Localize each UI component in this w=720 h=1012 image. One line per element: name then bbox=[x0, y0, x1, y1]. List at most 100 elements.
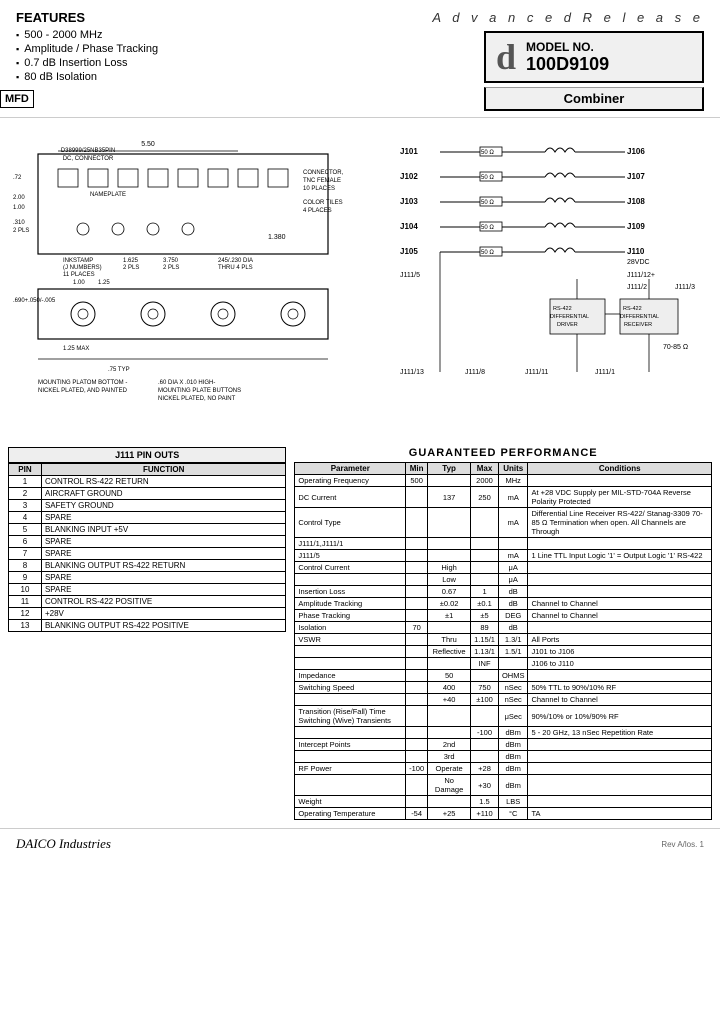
features-title: FEATURES bbox=[16, 10, 432, 25]
svg-text:J111/2: J111/2 bbox=[627, 284, 647, 291]
svg-text:1.25 MAX: 1.25 MAX bbox=[63, 346, 89, 352]
perf-table-row: +40 ±100 nSec Channel to Channel bbox=[295, 694, 712, 706]
perf-table-row: Intercept Points 2nd dBm bbox=[295, 739, 712, 751]
perf-table-row: DC Current 137 250 mA At +28 VDC Supply … bbox=[295, 487, 712, 508]
svg-text:11 PLACES: 11 PLACES bbox=[63, 272, 95, 278]
svg-text:4 PLACES: 4 PLACES bbox=[303, 208, 332, 214]
perf-table-row: No Damage +30 dBm bbox=[295, 775, 712, 796]
svg-text:1.625: 1.625 bbox=[123, 258, 139, 264]
schematic-diagram: D38999/25NB35PIN DC, CONNECTOR 5.50 NAME… bbox=[8, 124, 348, 434]
pin-table-row: 1CONTROL RS-422 RETURN bbox=[9, 476, 286, 488]
svg-text:1.00: 1.00 bbox=[13, 205, 25, 211]
svg-text:TNC FEMALE: TNC FEMALE bbox=[303, 178, 341, 184]
svg-text:50 Ω: 50 Ω bbox=[481, 150, 494, 156]
svg-text:INKSTAMP: INKSTAMP bbox=[63, 258, 93, 264]
svg-text:RECEIVER: RECEIVER bbox=[624, 322, 652, 328]
pin-table-row: 2AIRCRAFT GROUND bbox=[9, 488, 286, 500]
svg-text:(J NUMBERS): (J NUMBERS) bbox=[63, 265, 102, 271]
svg-text:2.00: 2.00 bbox=[13, 195, 25, 201]
svg-text:DIFFERENTIAL: DIFFERENTIAL bbox=[550, 314, 589, 320]
pin-table-row: 5BLANKING INPUT +5V bbox=[9, 524, 286, 536]
svg-text:J105: J105 bbox=[400, 247, 418, 256]
header: FEATURES 500 - 2000 MHz Amplitude / Phas… bbox=[0, 0, 720, 118]
perf-table-row: Control Current High μA bbox=[295, 562, 712, 574]
svg-text:NICKEL PLATED, NO PAINT: NICKEL PLATED, NO PAINT bbox=[158, 396, 236, 402]
svg-text:MOUNTING PLATOM BOTTOM -: MOUNTING PLATOM BOTTOM - bbox=[38, 380, 127, 386]
svg-text:THRU 4 PLS: THRU 4 PLS bbox=[218, 265, 253, 271]
schematic-area: D38999/25NB35PIN DC, CONNECTOR 5.50 NAME… bbox=[8, 124, 389, 437]
svg-text:DC, CONNECTOR: DC, CONNECTOR bbox=[63, 156, 114, 162]
performance-table: ParameterMinTypMaxUnitsConditions Operat… bbox=[294, 462, 712, 820]
svg-text:CONNECTOR,: CONNECTOR, bbox=[303, 170, 344, 176]
perf-table-row: -100 dBm 5 - 20 GHz, 13 nSec Repetition … bbox=[295, 727, 712, 739]
svg-text:.75 TYP: .75 TYP bbox=[108, 367, 130, 373]
svg-text:245/.230 DIA: 245/.230 DIA bbox=[218, 258, 253, 264]
svg-text:.690+.050/-.005: .690+.050/-.005 bbox=[13, 298, 56, 304]
function-col-header: FUNCTION bbox=[41, 464, 285, 476]
svg-text:2 PLS: 2 PLS bbox=[163, 265, 179, 271]
feature-item-3: 0.7 dB Insertion Loss bbox=[16, 57, 432, 69]
svg-text:RS-422: RS-422 bbox=[553, 306, 572, 312]
pin-table-row: 11CONTROL RS-422 POSITIVE bbox=[9, 596, 286, 608]
feature-item-2: Amplitude / Phase Tracking bbox=[16, 43, 432, 55]
svg-text:J111/11: J111/11 bbox=[525, 369, 548, 376]
pin-table-row: 12+28V bbox=[9, 608, 286, 620]
pin-table-row: 8BLANKING OUTPUT RS-422 RETURN bbox=[9, 560, 286, 572]
svg-text:J107: J107 bbox=[627, 172, 645, 181]
svg-text:J104: J104 bbox=[400, 222, 418, 231]
svg-text:5.50: 5.50 bbox=[141, 141, 155, 148]
perf-table-row: Amplitude Tracking ±0.02 ±0.1 dB Channel… bbox=[295, 598, 712, 610]
svg-text:DRIVER: DRIVER bbox=[557, 322, 578, 328]
pin-table-row: 9SPARE bbox=[9, 572, 286, 584]
svg-text:J111/1: J111/1 bbox=[595, 369, 615, 376]
svg-text:MOUNTING PLATE BUTTONS: MOUNTING PLATE BUTTONS bbox=[158, 388, 241, 394]
revision-text: Rev A/los. 1 bbox=[661, 840, 704, 849]
svg-text:J106: J106 bbox=[627, 147, 645, 156]
header-right: A d v a n c e d R e l e a s e d MODEL NO… bbox=[432, 10, 704, 111]
svg-text:.310: .310 bbox=[13, 220, 25, 226]
svg-text:50 Ω: 50 Ω bbox=[481, 175, 494, 181]
svg-text:RS-422: RS-422 bbox=[623, 306, 642, 312]
perf-table-row: Isolation 70 89 dB bbox=[295, 622, 712, 634]
perf-table-row: Transition (Rise/Fall) Time Switching (W… bbox=[295, 706, 712, 727]
model-info: MODEL NO. 100D9109 bbox=[526, 40, 609, 75]
svg-text:28VDC: 28VDC bbox=[627, 259, 650, 266]
performance-title: GUARANTEED PERFORMANCE bbox=[294, 447, 712, 459]
features-list: 500 - 2000 MHz Amplitude / Phase Trackin… bbox=[16, 29, 432, 83]
bottom-section: J111 PIN OUTS PIN FUNCTION 1CONTROL RS-4… bbox=[0, 443, 720, 824]
svg-text:50 Ω: 50 Ω bbox=[481, 225, 494, 231]
svg-text:2 PLS: 2 PLS bbox=[123, 265, 139, 271]
pin-table-title: J111 PIN OUTS bbox=[8, 447, 286, 463]
advanced-release-label: A d v a n c e d R e l e a s e bbox=[432, 10, 704, 25]
pin-table-row: 13BLANKING OUTPUT RS-422 POSITIVE bbox=[9, 620, 286, 632]
svg-text:NAMEPLATE: NAMEPLATE bbox=[90, 192, 126, 198]
daico-name: DAICO bbox=[16, 836, 59, 851]
perf-table-row: VSWR Thru 1.15/1 1.3/1 All Ports bbox=[295, 634, 712, 646]
perf-table-row: Weight 1.5 LBS bbox=[295, 796, 712, 808]
svg-text:70-85 Ω: 70-85 Ω bbox=[663, 344, 688, 351]
pin-table-row: 6SPARE bbox=[9, 536, 286, 548]
mfd-badge: MFD bbox=[0, 90, 34, 108]
svg-text:J111/5: J111/5 bbox=[400, 272, 420, 279]
pin-col-header: PIN bbox=[9, 464, 42, 476]
perf-table-row: 3rd dBm bbox=[295, 751, 712, 763]
daico-d-logo: d bbox=[496, 39, 516, 75]
svg-text:J103: J103 bbox=[400, 197, 418, 206]
svg-text:DIFFERENTIAL: DIFFERENTIAL bbox=[620, 314, 659, 320]
svg-text:COLOR TILES: COLOR TILES bbox=[303, 200, 343, 206]
model-no-value: 100D9109 bbox=[526, 54, 609, 75]
svg-text:1.25: 1.25 bbox=[98, 280, 110, 286]
perf-table-row: J111/1,J111/1 bbox=[295, 538, 712, 550]
svg-text:J108: J108 bbox=[627, 197, 645, 206]
perf-table-row: Reflective 1.13/1 1.5/1 J101 to J106 bbox=[295, 646, 712, 658]
perf-table-row: J111/5 mA 1 Line TTL Input Logic '1' = O… bbox=[295, 550, 712, 562]
svg-text:.72: .72 bbox=[13, 175, 22, 181]
svg-text:J111/13: J111/13 bbox=[400, 369, 424, 376]
feature-item-4: 80 dB Isolation bbox=[16, 71, 432, 83]
connector-area: J101 50 Ω J106 J102 50 Ω J107 J103 50 Ω bbox=[395, 124, 712, 437]
svg-text:2 PLS: 2 PLS bbox=[13, 228, 29, 234]
pin-table-row: 3SAFETY GROUND bbox=[9, 500, 286, 512]
pin-table-row: 10SPARE bbox=[9, 584, 286, 596]
pin-table: PIN FUNCTION 1CONTROL RS-422 RETURN2AIRC… bbox=[8, 463, 286, 632]
perf-table-row: Operating Frequency 500 2000 MHz bbox=[295, 475, 712, 487]
